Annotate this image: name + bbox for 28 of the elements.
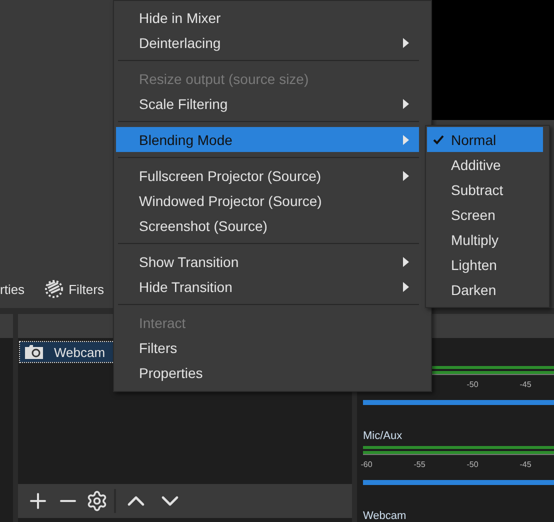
tick-label: -45 xyxy=(518,380,532,391)
tick-label: -55 xyxy=(412,460,426,471)
menu-item[interactable]: Additive xyxy=(427,152,543,177)
tick-label: -50 xyxy=(466,380,480,391)
menu-item[interactable]: Multiply xyxy=(427,227,543,252)
menu-item[interactable]: Hide in Mixer xyxy=(116,5,419,30)
tick-label: -50 xyxy=(466,460,480,471)
menu-item[interactable]: Scale Filtering xyxy=(116,91,419,116)
menu-item[interactable]: Hide Transition xyxy=(116,274,419,299)
menu-item[interactable]: Deinterlacing xyxy=(116,30,419,55)
filters-button[interactable]: Filters xyxy=(38,278,108,300)
track-name: Mic/Aux xyxy=(363,430,404,444)
menu-item[interactable]: Subtract xyxy=(427,177,543,202)
menu-item[interactable]: Screenshot (Source) xyxy=(116,213,419,238)
menu-item[interactable]: Show Transition xyxy=(116,249,419,274)
menu-item[interactable]: Fullscreen Projector (Source) xyxy=(116,163,419,188)
menu-item[interactable]: Lighten xyxy=(427,252,543,277)
tick-label: -45 xyxy=(518,460,532,471)
menu-item[interactable]: Darken xyxy=(427,277,543,302)
track-name: Webcam xyxy=(363,510,408,522)
menu-item[interactable]: Normal xyxy=(427,127,543,152)
menu-item[interactable]: Properties xyxy=(116,360,419,385)
menu-item[interactable]: Windowed Projector (Source) xyxy=(116,188,419,213)
properties-label: rties xyxy=(0,282,25,296)
menu-item[interactable]: Blending Mode xyxy=(116,127,419,152)
menu-item[interactable]: Filters xyxy=(116,335,419,360)
menu-item[interactable]: Screen xyxy=(427,202,543,227)
tick-label: -60 xyxy=(360,460,374,471)
